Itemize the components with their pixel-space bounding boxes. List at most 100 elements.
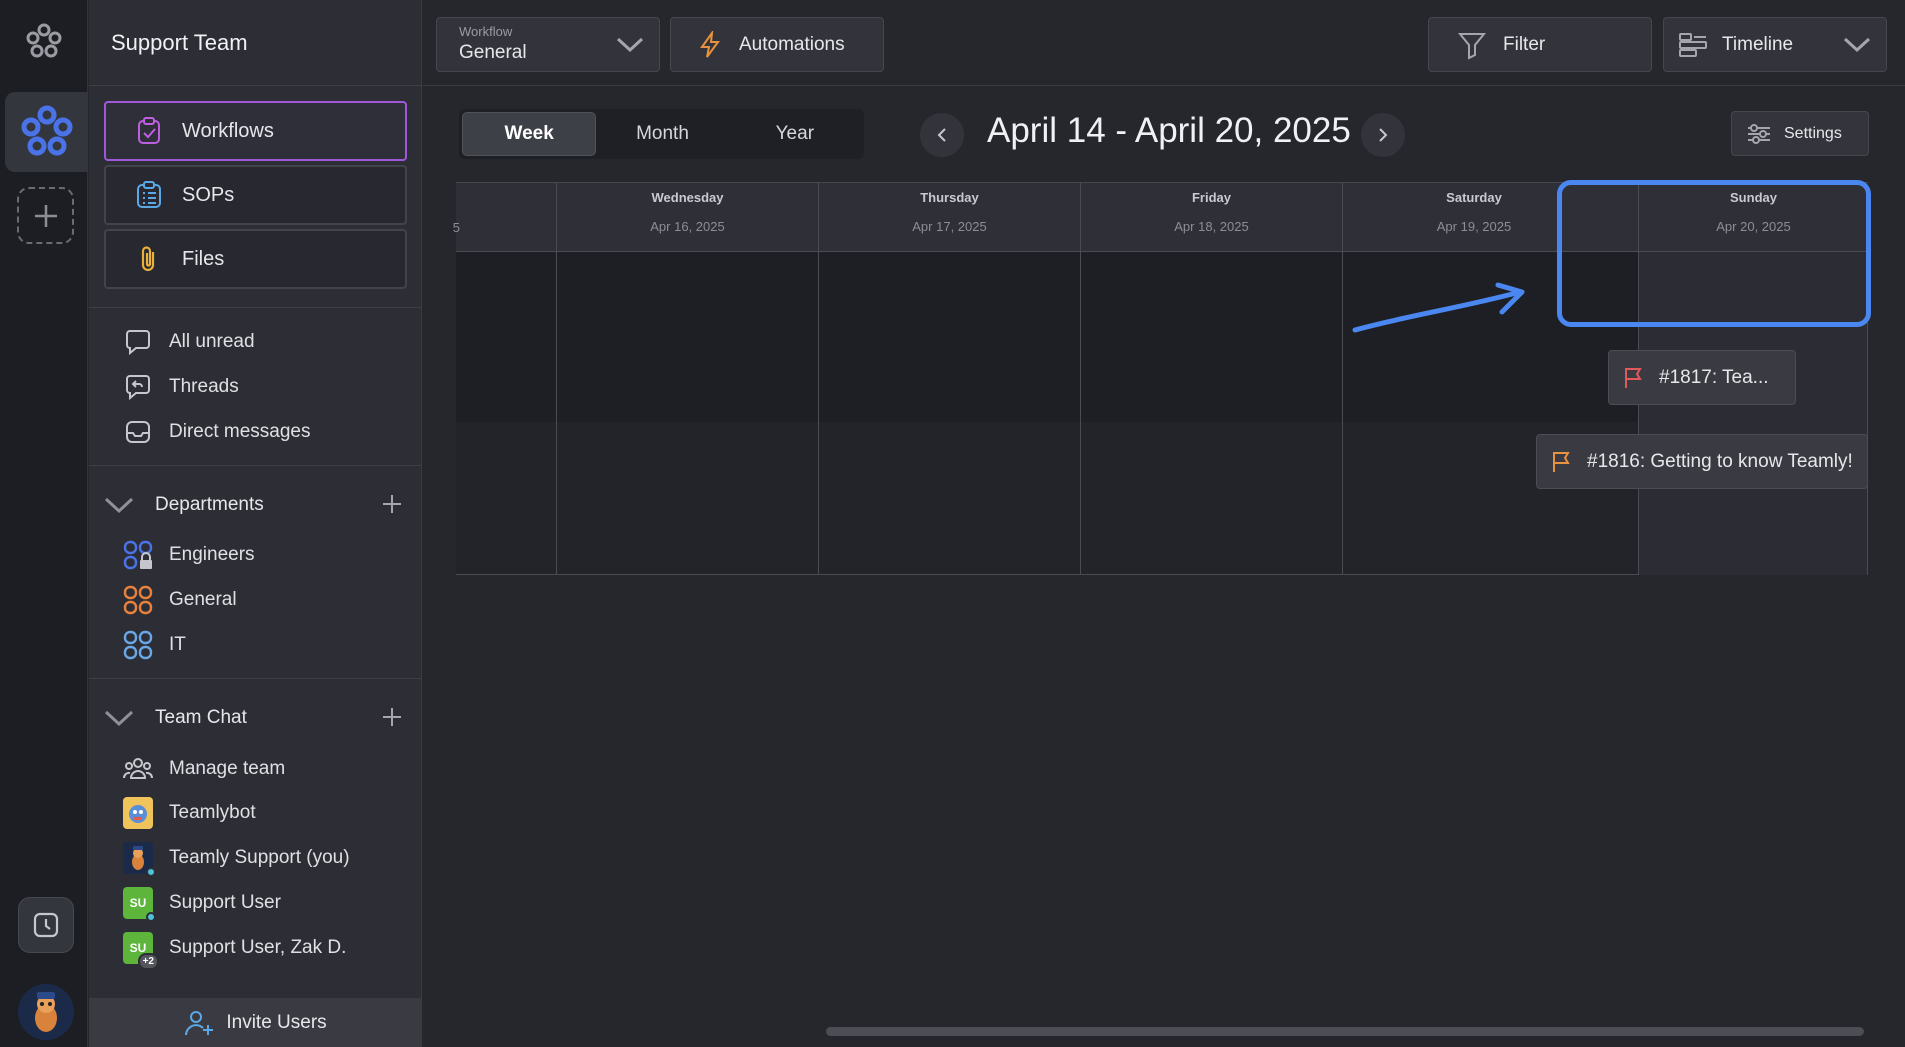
departments-title: Departments xyxy=(155,494,264,515)
nav-sops-label: SOPs xyxy=(182,183,235,206)
tab-year[interactable]: Year xyxy=(729,112,861,156)
flag-icon xyxy=(1625,367,1642,388)
department-engineers-label: Engineers xyxy=(169,544,255,565)
chat-teamly-support[interactable]: Teamly Support (you) xyxy=(123,842,350,877)
annotation-highlight-box xyxy=(1557,180,1871,327)
day-date: Apr 16, 2025 xyxy=(650,219,725,234)
departments-header[interactable]: Departments xyxy=(103,488,403,522)
nav-files-label: Files xyxy=(182,247,225,270)
add-chat-icon[interactable] xyxy=(381,706,403,728)
workflow-caption: Workflow xyxy=(459,24,513,39)
teamly-support-avatar xyxy=(123,842,156,877)
tab-week[interactable]: Week xyxy=(462,112,597,156)
team-chat-header[interactable]: Team Chat xyxy=(103,701,403,735)
annotation-arrow-icon xyxy=(1352,282,1525,333)
partial-day-date: 5 xyxy=(452,220,460,235)
workflow-select[interactable]: Workflow General xyxy=(436,17,660,72)
user-avatar[interactable] xyxy=(18,984,74,1040)
online-indicator xyxy=(146,867,156,877)
teamlybot-avatar xyxy=(123,797,153,829)
paperclip-icon xyxy=(141,246,155,272)
direct-messages-item[interactable]: Direct messages xyxy=(123,416,311,448)
settings-button[interactable]: Settings xyxy=(1731,111,1869,156)
direct-messages-label: Direct messages xyxy=(169,421,311,442)
support-user-avatar: SU xyxy=(123,887,156,922)
workflow-value: General xyxy=(459,42,527,63)
manage-team-item[interactable]: Manage team xyxy=(123,753,285,785)
online-indicator xyxy=(146,912,156,922)
day-name: Friday xyxy=(1191,190,1231,205)
department-grid-lock-icon xyxy=(123,540,153,570)
workspace-support-team[interactable] xyxy=(5,92,88,172)
add-workspace-button[interactable] xyxy=(17,187,74,244)
support-user-avatar-wrap: SU xyxy=(123,887,156,922)
event-card-1817[interactable]: #1817: Tea... xyxy=(1608,350,1796,405)
app-logo-icon[interactable] xyxy=(24,22,64,62)
chevron-down-icon xyxy=(1843,37,1871,53)
list-icon xyxy=(137,181,161,208)
divider xyxy=(89,465,422,466)
workspace-logo-icon xyxy=(21,105,73,156)
all-unread-item[interactable]: All unread xyxy=(123,326,255,358)
sidebar: Support Team Workflows SOPs Files All un… xyxy=(89,0,422,1047)
member-count-badge: +2 xyxy=(137,953,159,970)
previous-week-button[interactable] xyxy=(920,113,964,157)
team-name: Support Team xyxy=(111,30,248,55)
invite-users-button[interactable]: Invite Users xyxy=(89,998,422,1047)
filter-button[interactable]: Filter xyxy=(1428,17,1652,72)
manage-team-label: Manage team xyxy=(169,758,286,779)
day-column-friday[interactable]: Friday Apr 18, 2025 xyxy=(1080,182,1342,575)
department-it[interactable]: IT xyxy=(123,629,186,661)
day-date: Apr 17, 2025 xyxy=(912,219,987,234)
threads-item[interactable]: Threads xyxy=(123,371,239,403)
app-rail xyxy=(0,0,88,1047)
reply-icon xyxy=(123,372,153,402)
event-title: #1816: Getting to know Teamly! xyxy=(1587,450,1853,472)
avatar-mascot-icon xyxy=(132,846,144,870)
divider xyxy=(89,678,422,679)
filter-icon xyxy=(1457,32,1487,60)
chevron-right-icon xyxy=(1379,128,1388,142)
next-week-button[interactable] xyxy=(1361,113,1405,157)
invite-users-label: Invite Users xyxy=(226,1011,327,1033)
view-select[interactable]: Timeline xyxy=(1663,17,1887,72)
nav-sops[interactable]: SOPs xyxy=(104,165,407,225)
add-department-icon[interactable] xyxy=(381,493,403,515)
horizontal-scrollbar[interactable] xyxy=(826,1027,1864,1036)
tab-month[interactable]: Month xyxy=(596,112,728,156)
department-it-label: IT xyxy=(169,634,186,655)
top-bar: Workflow General Automations Filter Time… xyxy=(423,0,1905,86)
filter-label: Filter xyxy=(1503,33,1546,55)
team-users-icon xyxy=(123,754,153,784)
department-engineers[interactable]: Engineers xyxy=(123,539,255,571)
divider xyxy=(89,307,422,308)
day-name: Thursday xyxy=(920,190,979,205)
teamly-support-avatar-wrap xyxy=(123,842,156,877)
chat-support-user[interactable]: SU Support User xyxy=(123,887,281,922)
day-column-wednesday[interactable]: Wednesday Apr 16, 2025 xyxy=(556,182,818,575)
period-tabs: Week Month Year xyxy=(459,109,864,159)
chevron-down-icon xyxy=(104,497,134,514)
department-general[interactable]: General xyxy=(123,584,237,616)
settings-label: Settings xyxy=(1784,124,1842,142)
event-card-1816[interactable]: #1816: Getting to know Teamly! xyxy=(1536,434,1868,489)
chat-support-user-group[interactable]: SU +2 Support User, Zak D. xyxy=(123,932,346,970)
flag-icon xyxy=(1553,451,1570,472)
day-date: Apr 18, 2025 xyxy=(1174,219,1249,234)
plus-icon xyxy=(34,204,57,227)
chat-teamlybot[interactable]: Teamlybot xyxy=(123,797,256,829)
add-user-icon xyxy=(185,1010,214,1035)
department-grid-icon xyxy=(123,630,153,660)
nav-workflows-label: Workflows xyxy=(182,119,274,142)
day-column-thursday[interactable]: Thursday Apr 17, 2025 xyxy=(818,182,1080,575)
automations-button[interactable]: Automations xyxy=(670,17,884,72)
nav-workflows[interactable]: Workflows xyxy=(104,101,407,161)
inbox-icon xyxy=(123,417,153,447)
view-label: Timeline xyxy=(1722,33,1794,55)
lightning-icon xyxy=(700,30,720,58)
timeline-icon xyxy=(1679,32,1707,57)
avatar-initials: SU xyxy=(129,896,147,910)
nav-files[interactable]: Files xyxy=(104,229,407,289)
history-button[interactable] xyxy=(18,897,74,953)
automations-label: Automations xyxy=(739,33,845,55)
